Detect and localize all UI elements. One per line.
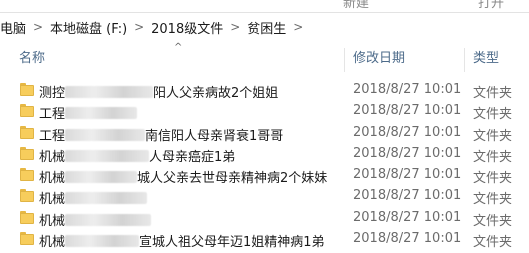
column-header: ^ 名称 修改日期 类型 (0, 40, 529, 78)
redacted-text (65, 213, 152, 226)
column-divider[interactable] (464, 48, 465, 72)
breadcrumb-2018-folder[interactable]: 2018级文件 (151, 18, 223, 37)
folder-icon (20, 125, 34, 139)
file-row[interactable]: 机械 宣城人祖父母年迈1姐精神病1弟 2018/8/27 10:01 文件夹 (0, 229, 529, 250)
sort-ascending-icon: ^ (174, 42, 183, 53)
file-date: 2018/8/27 10:01 (353, 209, 462, 225)
file-name: 机械 城人父亲去世母亲精神病2个妹妹 (39, 171, 328, 187)
chevron-right-icon[interactable]: > (26, 20, 50, 34)
breadcrumb-computer[interactable]: 电脑 (0, 18, 26, 37)
file-type: 文件夹 (473, 149, 513, 165)
file-date: 2018/8/27 10:01 (353, 103, 462, 119)
redacted-text (65, 171, 138, 184)
file-type: 文件夹 (473, 86, 513, 101)
address-bar[interactable]: 电脑 > 本地磁盘 (F:) > 2018级文件 > 贫困生 > (0, 12, 529, 42)
new-button-label[interactable]: 新建 (343, 0, 369, 10)
file-row[interactable]: 机械 2018/8/27 10:01 文件夹 (0, 208, 529, 229)
file-row[interactable]: 工程 2018/8/27 10:01 文件夹 (0, 101, 529, 122)
column-type-header[interactable]: 类型 (473, 51, 499, 77)
file-type: 文件夹 (473, 235, 513, 251)
file-date: 2018/8/27 10:01 (353, 124, 462, 140)
file-type: 文件夹 (473, 213, 513, 229)
file-date: 2018/8/27 10:01 (353, 82, 462, 97)
file-name: 机械 宣城人祖父母年迈1姐精神病1弟 (39, 235, 325, 251)
file-date: 2018/8/27 10:01 (353, 231, 462, 247)
folder-icon (20, 104, 34, 118)
file-type: 文件夹 (473, 171, 513, 187)
folder-icon (20, 232, 34, 246)
redacted-text (65, 86, 154, 98)
folder-icon (20, 168, 34, 182)
folder-icon (20, 83, 34, 96)
file-row[interactable]: 测控 阳人父亲病故2个姐姐 2018/8/27 10:01 文件夹 (0, 80, 529, 101)
redacted-text (65, 128, 146, 141)
file-name: 机械 (39, 188, 148, 207)
file-date: 2018/8/27 10:01 (353, 167, 462, 183)
file-name: 测控 阳人父亲病故2个姐姐 (39, 86, 279, 101)
file-row[interactable]: 机械 人母亲癌症1弟 2018/8/27 10:01 文件夹 (0, 144, 529, 165)
file-type: 文件夹 (473, 128, 513, 144)
column-date-header[interactable]: 修改日期 (353, 51, 405, 77)
folder-icon (20, 189, 34, 203)
file-row[interactable]: 机械 城人父亲去世母亲精神病2个妹妹 2018/8/27 10:01 文件夹 (0, 165, 529, 186)
folder-icon (20, 146, 34, 160)
open-button-label[interactable]: 打开 (478, 0, 504, 10)
file-row[interactable]: 工程 南信阳人母亲肾衰1哥哥 2018/8/27 10:01 文件夹 (0, 123, 529, 144)
chevron-right-icon[interactable]: > (223, 20, 247, 34)
file-type: 文件夹 (473, 107, 513, 123)
file-type: 文件夹 (473, 192, 513, 208)
breadcrumb-drive-f[interactable]: 本地磁盘 (F:) (50, 18, 127, 37)
redacted-text (65, 107, 138, 120)
file-name: 工程 南信阳人母亲肾衰1哥哥 (39, 128, 284, 144)
file-date: 2018/8/27 10:01 (353, 145, 462, 161)
ribbon-strip: 新建 打开 (0, 0, 529, 10)
chevron-right-icon[interactable]: > (286, 20, 310, 34)
column-name-header[interactable]: 名称 (19, 51, 45, 77)
folder-icon (20, 210, 34, 224)
redacted-text (65, 149, 150, 162)
file-name: 机械 人母亲癌症1弟 (39, 149, 236, 165)
column-divider[interactable] (344, 48, 345, 72)
file-name: 工程 (39, 103, 138, 122)
chevron-right-icon[interactable]: > (127, 20, 151, 34)
redacted-text (65, 192, 148, 205)
breadcrumb-current-folder[interactable]: 贫困生 (247, 18, 286, 37)
file-name: 机械 (39, 210, 152, 229)
file-row[interactable]: 机械 2018/8/27 10:01 文件夹 (0, 186, 529, 207)
file-date: 2018/8/27 10:01 (353, 188, 462, 204)
file-list: 测控 阳人父亲病故2个姐姐 2018/8/27 10:01 文件夹 工程 2018… (0, 80, 529, 250)
redacted-text (65, 235, 140, 248)
